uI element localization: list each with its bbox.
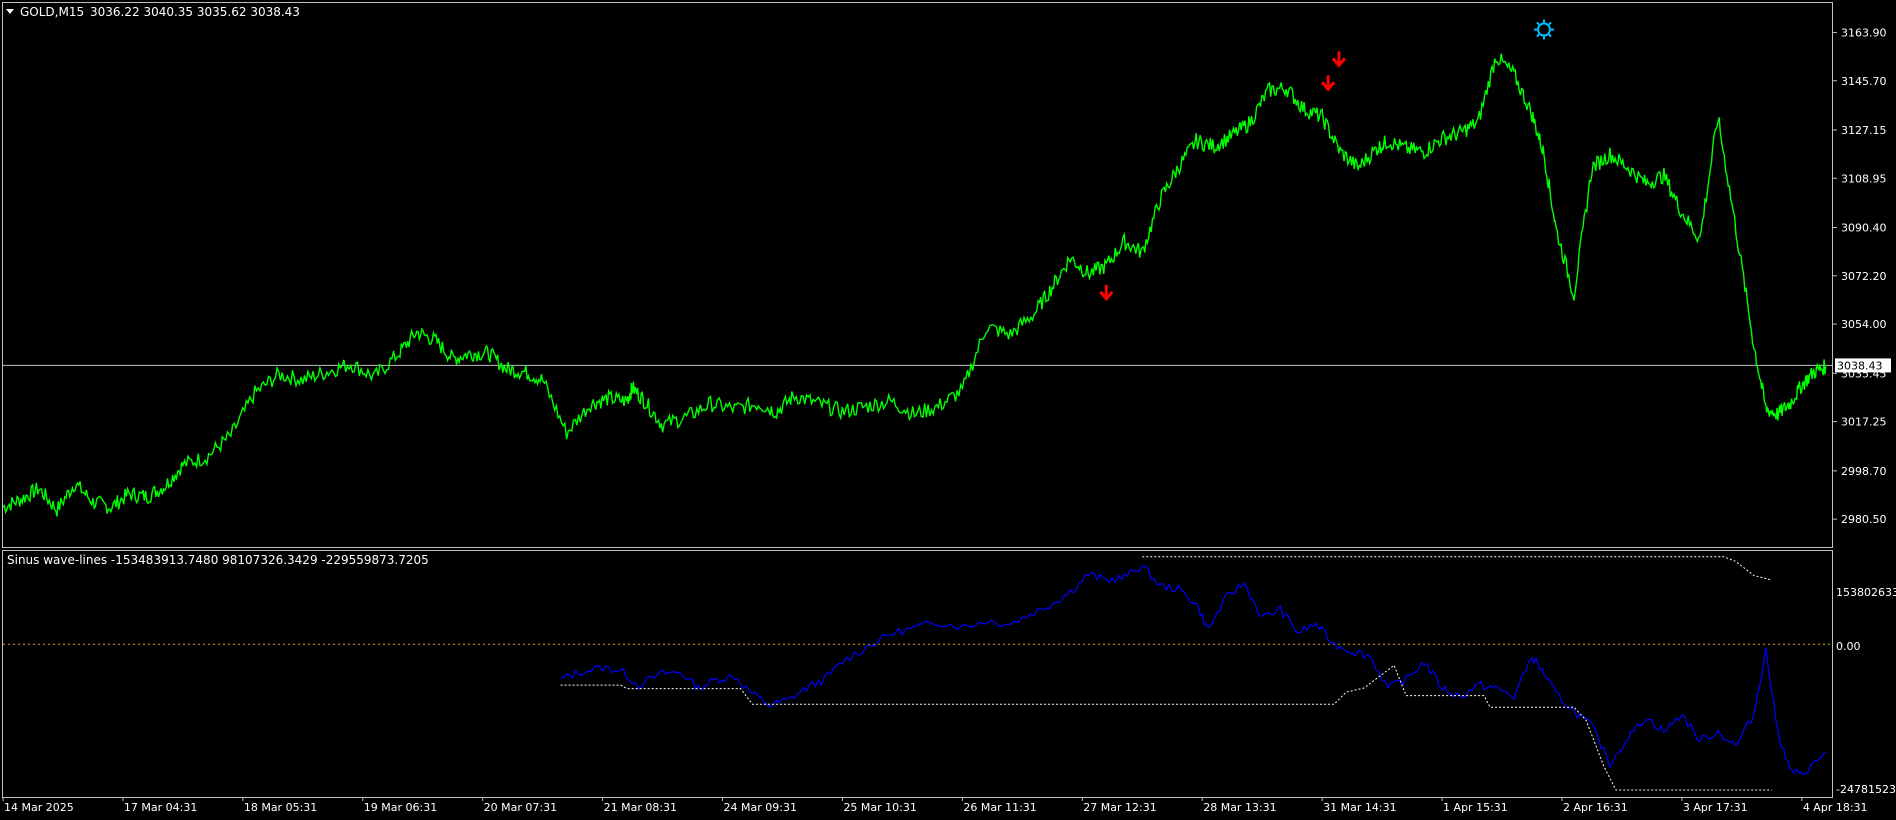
upper-dotted-line	[1142, 556, 1772, 581]
time-tick-label: 4 Apr 18:31	[1803, 801, 1868, 814]
chevron-down-icon[interactable]	[6, 9, 14, 14]
lower-dotted-line	[560, 664, 1772, 791]
wave-series-line	[560, 565, 1826, 776]
time-tick-label: 20 Mar 07:31	[484, 801, 557, 814]
time-tick-label: 17 Mar 04:31	[124, 801, 197, 814]
price-tick-label: 3163.90	[1841, 26, 1887, 39]
price-tick-label: 2998.70	[1841, 465, 1887, 478]
indicator-upper-value: 153802633	[1836, 586, 1896, 599]
time-tick-label: 2 Apr 16:31	[1563, 801, 1628, 814]
sun-icon	[1533, 19, 1554, 40]
time-axis: 14 Mar 2025 17 Mar 04:31 18 Mar 05:31 19 Ma…	[2, 797, 1868, 814]
time-tick-label: 28 Mar 13:31	[1203, 801, 1276, 814]
chart-canvas: 3163.90 3145.70 3127.15 3108.95 3090.40 3072.…	[2, 2, 1896, 814]
indicator-zero-label: 0.00	[1836, 640, 1861, 653]
sell-arrow-icon	[1331, 51, 1347, 68]
price-tick-label: 3054.00	[1841, 318, 1887, 331]
time-tick-label: 21 Mar 08:31	[604, 801, 677, 814]
sell-arrow-icon	[1099, 284, 1114, 302]
time-tick-label: 24 Mar 09:31	[724, 801, 797, 814]
indicator-label: Sinus wave-lines -153483913.7480 9810732…	[7, 553, 429, 567]
price-axis: 3163.90 3145.70 3127.15 3108.95 3090.40 3072.…	[1833, 26, 1887, 526]
time-tick-label: 1 Apr 15:31	[1443, 801, 1508, 814]
time-tick-label: 19 Mar 06:31	[364, 801, 437, 814]
symbol-label: GOLD,M15	[20, 5, 84, 19]
time-tick-label: 3 Apr 17:31	[1683, 801, 1748, 814]
time-tick-label: 25 Mar 10:31	[843, 801, 916, 814]
signal-markers	[1099, 19, 1554, 302]
price-tick-label: 3127.15	[1841, 124, 1887, 137]
sell-arrow-icon	[1320, 75, 1336, 92]
price-tick-label: 3017.25	[1841, 416, 1887, 429]
indicator-lower-value: -247815233	[1836, 783, 1896, 796]
price-tick-label: 3108.95	[1841, 172, 1887, 185]
current-price-label: 3038.43	[1837, 359, 1883, 372]
indicator-frame	[2, 550, 1833, 798]
main-chart-frame	[2, 2, 1833, 548]
price-tick-label: 3145.70	[1841, 75, 1887, 88]
price-series-line	[2, 53, 1827, 517]
time-tick-label: 26 Mar 11:31	[963, 801, 1036, 814]
ohlc-label: 3036.22 3040.35 3035.62 3038.43	[90, 5, 300, 19]
price-tick-label: 2980.50	[1841, 513, 1887, 526]
price-tick-label: 3090.40	[1841, 221, 1887, 234]
time-tick-label: 14 Mar 2025	[4, 801, 74, 814]
price-tick-label: 3072.20	[1841, 270, 1887, 283]
time-tick-label: 27 Mar 12:31	[1083, 801, 1156, 814]
time-tick-label: 18 Mar 05:31	[244, 801, 317, 814]
time-tick-label: 31 Mar 14:31	[1323, 801, 1396, 814]
